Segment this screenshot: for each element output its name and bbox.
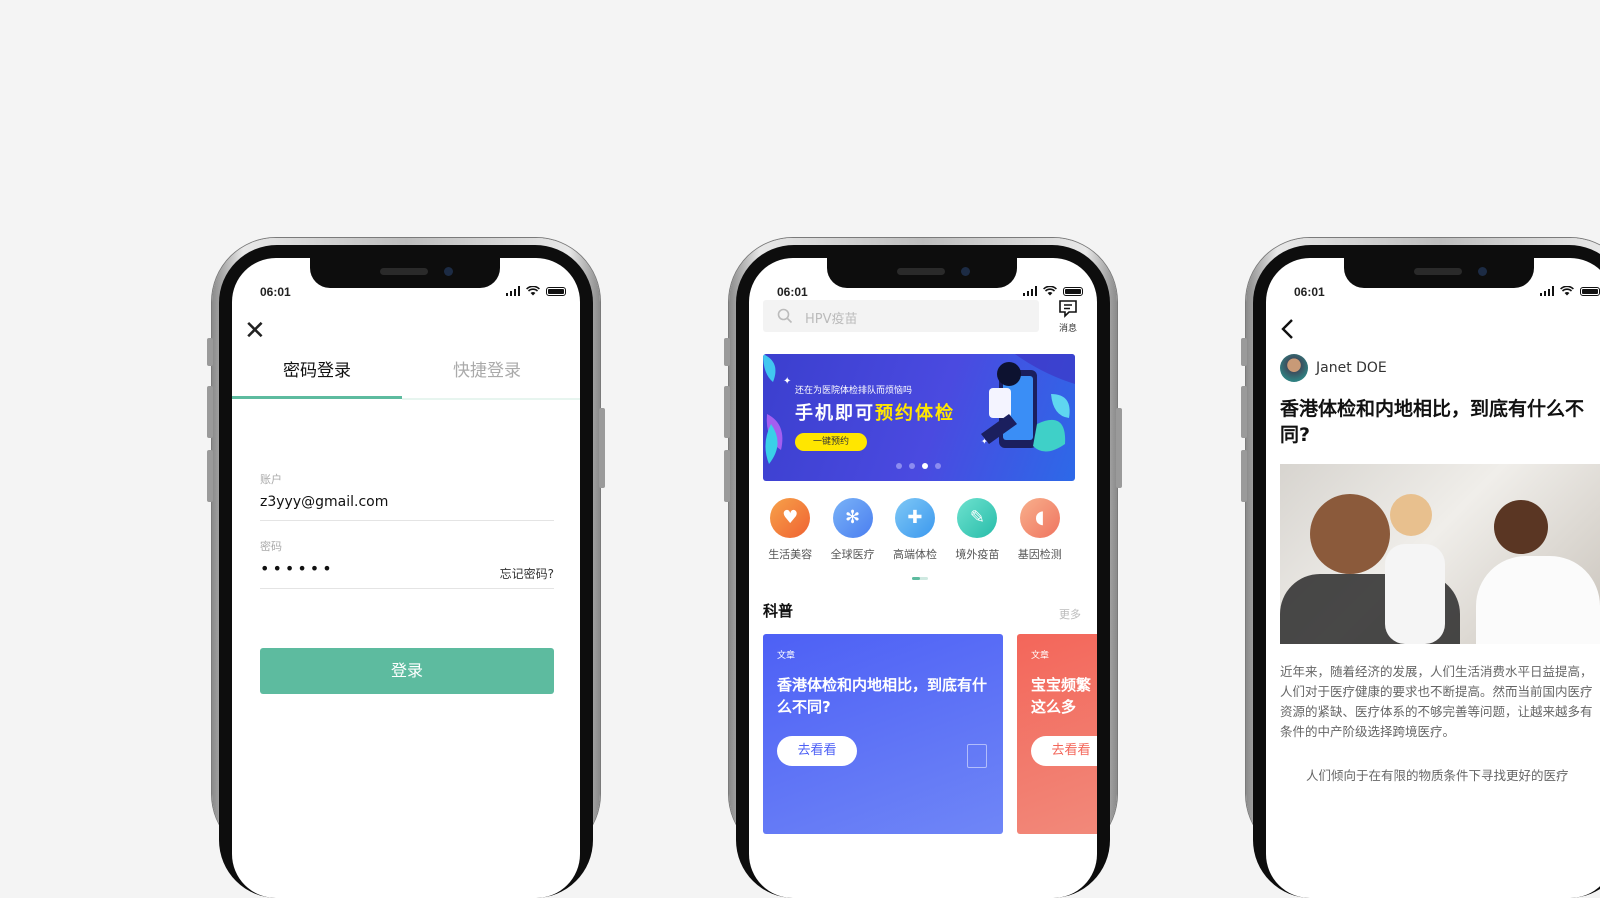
document-icon <box>967 744 987 768</box>
category-label: 境外疫苗 <box>946 546 1008 562</box>
login-button[interactable]: 登录 <box>260 648 554 694</box>
article-card[interactable]: 文章 宝宝频繁这么多 去看看 <box>1017 634 1097 834</box>
category-label: 全球医疗 <box>821 546 883 562</box>
category-checkup[interactable]: ✚ 高端体检 <box>884 498 946 562</box>
close-icon[interactable]: ✕ <box>244 318 266 344</box>
category-gene-test[interactable]: ◖ 基因检测 <box>1009 498 1071 562</box>
login-screen: 06:01 ✕ 密码登录 快捷登录 账户 z3yyy@gmail.com 密码 … <box>232 258 580 898</box>
search-icon <box>777 308 793 324</box>
category-vaccine[interactable]: ✎ 境外疫苗 <box>946 498 1008 562</box>
message-label: 消息 <box>1055 321 1081 334</box>
tab-divider <box>402 398 580 400</box>
status-icons <box>1540 286 1600 296</box>
battery-icon <box>1063 287 1083 296</box>
account-label: 账户 <box>260 471 282 487</box>
wifi-icon <box>1043 286 1057 296</box>
search-placeholder: HPV疫苗 <box>805 308 858 327</box>
medkit-icon: ✚ <box>895 498 935 538</box>
banner-subtitle: 还在为医院体检排队而烦恼吗 <box>795 383 912 396</box>
wifi-icon <box>526 286 540 296</box>
promo-banner[interactable]: ✦ ✦ 还在为医院体检排队而烦恼吗 手机即可预约体检 一键预约 <box>763 354 1075 481</box>
category-row: ♥ 生活美容 ✻ 全球医疗 ✚ 高端体检 ✎ 境外疫苗 ◖ 基因检测 <box>759 498 1079 562</box>
message-icon <box>1058 300 1078 318</box>
status-icons <box>506 286 567 296</box>
signal-icon <box>506 286 521 296</box>
category-global-medical[interactable]: ✻ 全球医疗 <box>821 498 883 562</box>
tooth-icon: ◖ <box>1020 498 1060 538</box>
card-kind: 文章 <box>777 648 795 661</box>
section-more-link[interactable]: 更多 <box>1059 606 1081 622</box>
category-beauty[interactable]: ♥ 生活美容 <box>759 498 821 562</box>
svg-text:✦: ✦ <box>783 376 791 387</box>
view-button[interactable]: 去看看 <box>777 736 857 766</box>
banner-title-highlight: 预约体检 <box>875 403 955 424</box>
card-title: 宝宝频繁这么多 <box>1031 674 1091 718</box>
account-field[interactable]: z3yyy@gmail.com <box>260 494 388 510</box>
section-title: 科普 <box>763 600 793 621</box>
card-title: 香港体检和内地相比，到底有什么不同? <box>777 674 989 718</box>
article-paragraph: 人们倾向于在有限的物质条件下寻找更好的医疗 <box>1280 766 1600 786</box>
heart-icon: ♥ <box>770 498 810 538</box>
phone-login: 06:01 ✕ 密码登录 快捷登录 账户 z3yyy@gmail.com 密码 … <box>212 238 600 858</box>
article-paragraph: 近年来，随着经济的发展，人们生活消费水平日益提高，人们对于医疗健康的要求也不断提… <box>1280 662 1600 742</box>
wifi-icon <box>1560 286 1574 296</box>
status-time: 06:01 <box>1294 285 1325 299</box>
chevron-left-icon[interactable] <box>1280 318 1294 346</box>
active-tab-indicator <box>232 396 402 399</box>
forgot-password-link[interactable]: 忘记密码? <box>500 565 554 582</box>
category-label: 高端体检 <box>884 546 946 562</box>
banner-title: 手机即可预约体检 <box>795 399 955 425</box>
book-now-button[interactable]: 一键预约 <box>795 433 867 451</box>
battery-icon <box>546 287 566 296</box>
view-button[interactable]: 去看看 <box>1031 736 1097 766</box>
tab-password-login[interactable]: 密码登录 <box>232 358 402 398</box>
article-card[interactable]: 文章 香港体检和内地相比，到底有什么不同? 去看看 <box>763 634 1003 834</box>
category-label: 生活美容 <box>759 546 821 562</box>
category-pager <box>912 577 928 580</box>
status-time: 06:01 <box>777 285 808 299</box>
card-kind: 文章 <box>1031 648 1049 661</box>
svg-text:✦: ✦ <box>981 437 988 446</box>
status-time: 06:01 <box>260 285 291 299</box>
syringe-icon: ✎ <box>957 498 997 538</box>
article-photo <box>1280 464 1600 644</box>
phone-home: 06:01 HPV疫苗 消息 <box>729 238 1117 858</box>
home-screen: 06:01 HPV疫苗 消息 <box>749 258 1097 898</box>
banner-title-main: 手机即可 <box>795 403 875 424</box>
account-underline <box>260 520 554 521</box>
signal-icon <box>1023 286 1038 296</box>
category-label: 基因检测 <box>1009 546 1071 562</box>
signal-icon <box>1540 286 1555 296</box>
article-title: 香港体检和内地相比，到底有什么不同? <box>1280 396 1600 448</box>
status-icons <box>1023 286 1084 296</box>
author-name[interactable]: Janet DOE <box>1316 360 1387 376</box>
search-input[interactable]: HPV疫苗 <box>763 300 1039 332</box>
password-underline <box>260 588 554 589</box>
avatar[interactable] <box>1280 354 1308 382</box>
tab-quick-login[interactable]: 快捷登录 <box>402 358 572 398</box>
password-field[interactable]: •••••• <box>260 559 335 578</box>
password-label: 密码 <box>260 538 282 554</box>
gear-icon: ✻ <box>833 498 873 538</box>
messages-button[interactable]: 消息 <box>1055 300 1081 334</box>
battery-icon <box>1580 287 1600 296</box>
article-screen: 06:01 Janet DOE 香港体检和内地相比，到底有什么不同? 近年来，随… <box>1266 258 1600 898</box>
phone-article: 06:01 Janet DOE 香港体检和内地相比，到底有什么不同? 近年来，随… <box>1246 238 1600 858</box>
login-tabs: 密码登录 快捷登录 <box>232 358 580 408</box>
banner-pagination <box>896 463 941 469</box>
